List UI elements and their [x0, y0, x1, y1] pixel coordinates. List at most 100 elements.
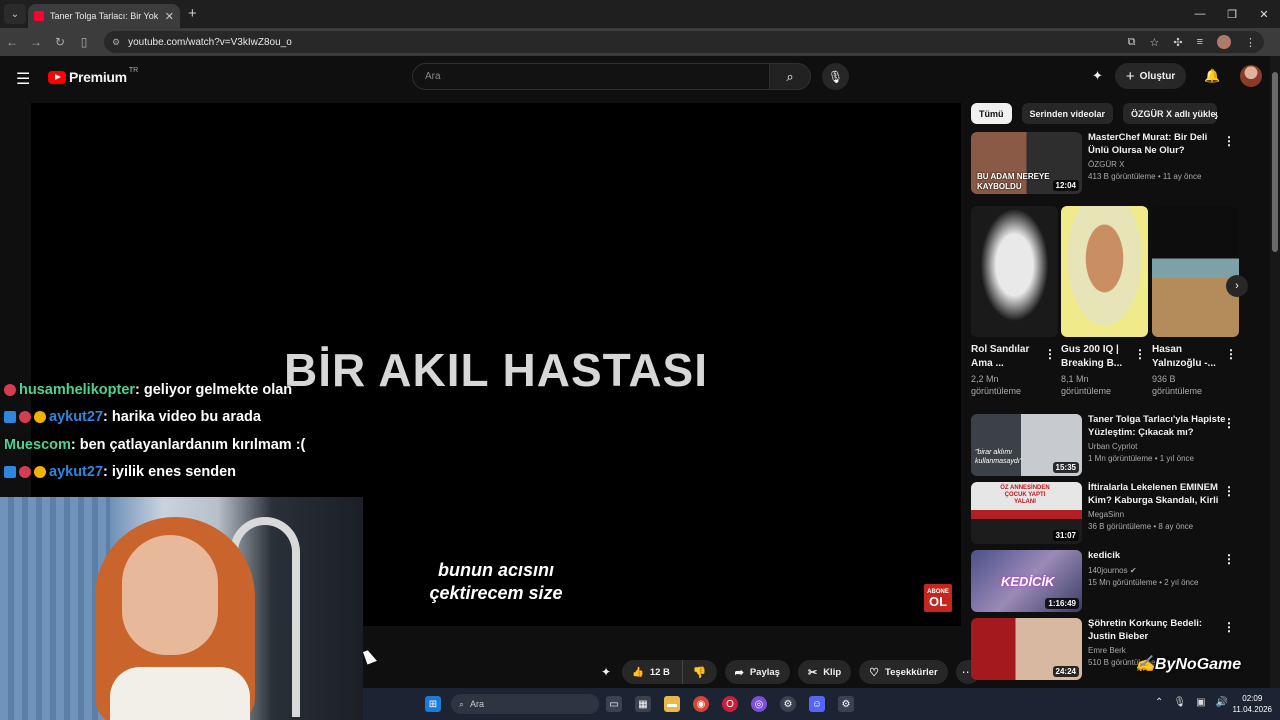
file-explorer-icon[interactable]: ▬: [664, 696, 680, 712]
extensions-icon[interactable]: ✣: [1173, 36, 1182, 49]
youtube-play-icon: [48, 70, 66, 84]
settings-icon[interactable]: ⚙: [838, 696, 854, 712]
short-thumbnail[interactable]: [971, 206, 1058, 337]
video-thumbnail[interactable]: "birar aklımı kullanmasaydı" 15:35: [971, 414, 1082, 476]
thanks-button[interactable]: ♡ Teşekkürler: [859, 660, 948, 684]
scrollbar-thumb[interactable]: [1272, 72, 1278, 252]
short-item[interactable]: Gus 200 IQ | Breaking B... 8,1 Mn görünt…: [1061, 206, 1148, 397]
channel-name[interactable]: ÖZGÜR X: [1088, 160, 1228, 169]
short-menu-icon[interactable]: ⋮: [1044, 347, 1056, 361]
new-tab-icon[interactable]: +: [188, 5, 197, 22]
video-title[interactable]: İftiralarla Lekelenen EMINEM Kim? Kaburg…: [1088, 482, 1228, 507]
browser-menu-icon[interactable]: ⋮: [1245, 36, 1256, 49]
discord-icon[interactable]: ☺: [809, 696, 825, 712]
short-item[interactable]: Rol Sandılar Ama ... 2,2 Mn görüntüleme …: [971, 206, 1058, 397]
subscribe-watermark[interactable]: ABONE OL: [924, 584, 952, 612]
bookmark-star-icon[interactable]: ☆: [1149, 36, 1159, 49]
related-video[interactable]: KEDİCİK 1:16:49 kedicik 140journos ✔ 15 …: [971, 550, 1241, 614]
media-control-icon[interactable]: ≡: [1197, 36, 1203, 48]
windows-start-icon[interactable]: ⊞: [425, 696, 441, 712]
chip-series[interactable]: Serinden videolar: [1021, 103, 1114, 124]
video-menu-icon[interactable]: ⋮: [1223, 416, 1235, 430]
dislike-button[interactable]: 👎: [683, 660, 717, 684]
voice-search-button[interactable]: 🎙: [822, 63, 849, 90]
chips-next-chevron-icon[interactable]: ›: [1214, 108, 1218, 123]
search-input[interactable]: [425, 71, 769, 82]
video-menu-icon[interactable]: ⋮: [1223, 484, 1235, 498]
search-icon: ⌕: [786, 68, 794, 84]
taskbar-search[interactable]: ⌕ Ara: [451, 694, 599, 714]
video-meta: kedicik 140journos ✔ 15 Mn görüntüleme •…: [1088, 550, 1228, 587]
video-title[interactable]: Taner Tolga Tarlacı'yla Hapiste Yüzleşti…: [1088, 414, 1228, 439]
short-title[interactable]: Hasan Yalnızoğlu -...: [1152, 343, 1224, 371]
video-thumbnail[interactable]: BU ADAM NEREYE KAYBOLDU 12:04: [971, 132, 1082, 194]
video-thumbnail[interactable]: ÖZ ANNESİNDEN ÇOCUK YAPTI YALANI 31:07: [971, 482, 1082, 544]
short-thumbnail[interactable]: [1061, 206, 1148, 337]
video-menu-icon[interactable]: ⋮: [1223, 620, 1235, 634]
channel-name[interactable]: MegaSinn: [1088, 510, 1228, 519]
close-window-icon[interactable]: ✕: [1248, 0, 1280, 28]
youtube-favicon-icon: [34, 11, 44, 21]
taskbar-clock[interactable]: 02:09 11.04.2026: [1233, 693, 1272, 715]
sparkle-icon[interactable]: ✦: [1092, 68, 1103, 84]
short-menu-icon[interactable]: ⋮: [1134, 347, 1146, 361]
related-video[interactable]: ÖZ ANNESİNDEN ÇOCUK YAPTI YALANI 31:07 İ…: [971, 482, 1241, 546]
task-view-icon[interactable]: ▭: [606, 696, 622, 712]
video-title[interactable]: kedicik: [1088, 550, 1228, 563]
ask-sparkle-icon[interactable]: ✦: [598, 664, 614, 680]
youtube-premium-logo[interactable]: Premium TR: [48, 67, 138, 85]
minimize-icon[interactable]: —: [1184, 0, 1216, 28]
close-tab-icon[interactable]: ✕: [165, 10, 174, 23]
channel-name[interactable]: Urban Cypriot: [1088, 442, 1228, 451]
share-button[interactable]: ➦ Paylaş: [724, 660, 790, 684]
forward-icon[interactable]: →: [24, 35, 48, 49]
related-video[interactable]: BU ADAM NEREYE KAYBOLDU 12:04 MasterChef…: [971, 132, 1241, 196]
tray-mic-icon[interactable]: 🎙: [1173, 697, 1186, 708]
tab-search-icon[interactable]: ⌄: [4, 4, 26, 24]
related-video[interactable]: "birar aklımı kullanmasaydı" 15:35 Taner…: [971, 414, 1241, 478]
site-info-icon[interactable]: ⚙: [112, 37, 120, 48]
shorts-next-chevron-icon[interactable]: ›: [1226, 275, 1248, 297]
short-item[interactable]: Hasan Yalnızoğlu -... 936 B görüntüleme …: [1152, 206, 1239, 397]
browser-tab[interactable]: Taner Tolga Tarlacı: Bir Yok Oluş ✕: [28, 4, 180, 28]
menu-icon[interactable]: ☰: [16, 69, 30, 89]
reader-mode-icon[interactable]: ▯: [72, 35, 96, 49]
opera-icon[interactable]: O: [722, 696, 738, 712]
store-icon[interactable]: ▦: [635, 696, 651, 712]
address-bar[interactable]: ⚙ youtube.com/watch?v=V3kIwZ8ou_o ⧉ ☆ ✣ …: [104, 31, 1264, 53]
like-button[interactable]: 👍 12 B: [622, 660, 683, 684]
video-menu-icon[interactable]: ⋮: [1223, 552, 1235, 566]
video-title[interactable]: MasterChef Murat: Bir Deli Ünlü Olursa N…: [1088, 132, 1228, 157]
chip-all[interactable]: Tümü: [971, 103, 1012, 124]
clip-button[interactable]: ✂ Klip: [797, 660, 852, 684]
tray-chevron-icon[interactable]: ⌃: [1155, 697, 1163, 708]
short-menu-icon[interactable]: ⋮: [1225, 347, 1237, 361]
short-thumbnail[interactable]: [1152, 206, 1239, 337]
restore-icon[interactable]: ❐: [1216, 0, 1248, 28]
thumbnail-caption: KEDİCİK: [1001, 574, 1055, 589]
reload-icon[interactable]: ↻: [48, 35, 72, 49]
back-icon[interactable]: ←: [0, 35, 24, 49]
video-menu-icon[interactable]: ⋮: [1223, 134, 1235, 148]
tray-volume-icon[interactable]: 🔊: [1216, 697, 1228, 708]
tray-network-icon[interactable]: ▣: [1196, 697, 1205, 708]
browser-profile-avatar[interactable]: [1217, 35, 1231, 49]
channel-name[interactable]: 140journos ✔: [1088, 566, 1228, 575]
app-icon[interactable]: ◎: [751, 696, 767, 712]
chip-uploader[interactable]: ÖZGÜR X adlı yükleyi: [1123, 103, 1218, 124]
stream-watermark: ✍ByNoGame: [1135, 654, 1241, 674]
steam-icon[interactable]: ⚙: [780, 696, 796, 712]
short-title[interactable]: Rol Sandılar Ama ...: [971, 343, 1043, 371]
page-scrollbar[interactable]: [1270, 56, 1280, 688]
video-thumbnail[interactable]: KEDİCİK 1:16:49: [971, 550, 1082, 612]
video-thumbnail[interactable]: 24:24: [971, 618, 1082, 680]
install-app-icon[interactable]: ⧉: [1128, 36, 1136, 49]
short-title[interactable]: Gus 200 IQ | Breaking B...: [1061, 343, 1133, 371]
search-box[interactable]: [412, 63, 770, 90]
chrome-icon[interactable]: ◉: [693, 696, 709, 712]
notifications-bell-icon[interactable]: 🔔: [1204, 68, 1220, 84]
video-title[interactable]: Şöhretin Korkunç Bedeli: Justin Bieber: [1088, 618, 1228, 643]
search-button[interactable]: ⌕: [769, 63, 811, 90]
create-button[interactable]: + Oluştur: [1114, 63, 1187, 89]
account-avatar[interactable]: [1240, 65, 1263, 87]
